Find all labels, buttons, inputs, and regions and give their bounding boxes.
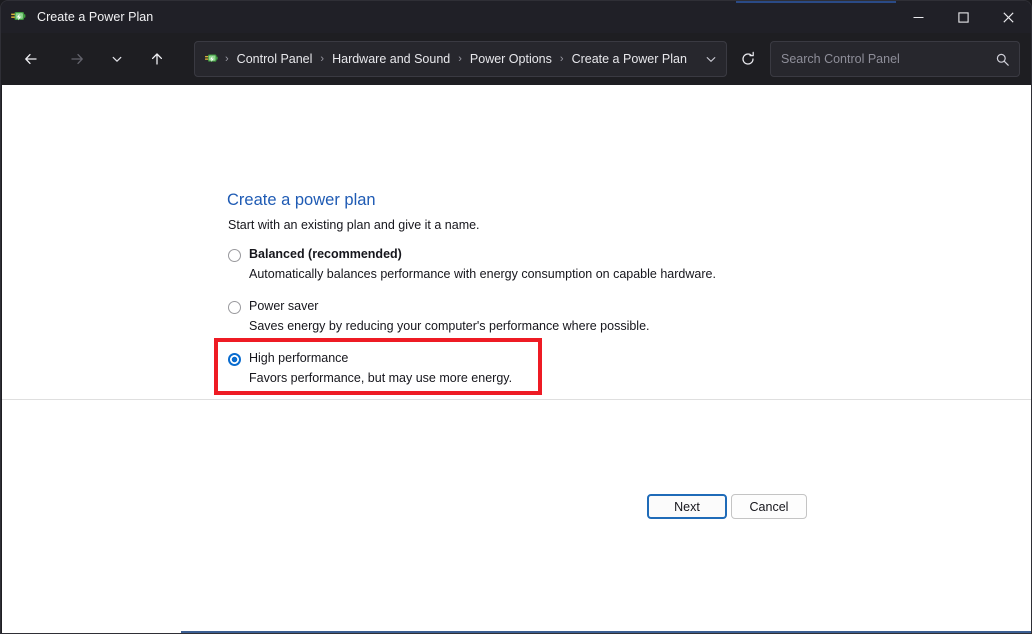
radio-button-balanced[interactable] <box>228 249 241 262</box>
window-bottom-accent <box>181 631 1032 633</box>
minimize-icon[interactable] <box>896 1 941 33</box>
radio-option-power-saver-row[interactable]: Power saver <box>228 298 868 315</box>
radio-option-high-performance-description: Favors performance, but may use more ene… <box>249 370 868 387</box>
radio-option-high-performance[interactable]: High performance Favors performance, but… <box>228 350 868 387</box>
titlebar-accent-line <box>736 1 896 3</box>
forward-arrow-icon <box>60 42 94 76</box>
breadcrumb-item-control-panel[interactable]: Control Panel <box>234 50 316 68</box>
radio-option-balanced[interactable]: Balanced (recommended) Automatically bal… <box>228 246 868 283</box>
power-plan-icon <box>10 8 28 26</box>
up-arrow-icon[interactable] <box>140 42 174 76</box>
breadcrumb-separator: › <box>315 53 329 65</box>
title-bar: Create a Power Plan <box>1 1 1031 33</box>
window-title: Create a Power Plan <box>37 10 153 24</box>
recent-locations-chevron-down-icon[interactable] <box>104 42 130 76</box>
breadcrumb-separator: › <box>220 53 234 65</box>
next-button[interactable]: Next <box>647 494 727 519</box>
page-title: Create a power plan <box>227 191 376 210</box>
search-box[interactable] <box>770 41 1020 77</box>
back-arrow-icon[interactable] <box>14 42 48 76</box>
title-bar-left: Create a Power Plan <box>1 8 896 26</box>
control-panel-window: Create a Power Plan <box>0 0 1032 634</box>
radio-option-power-saver[interactable]: Power saver Saves energy by reducing you… <box>228 298 868 335</box>
close-icon[interactable] <box>986 1 1031 33</box>
breadcrumb-item-power-options[interactable]: Power Options <box>467 50 555 68</box>
search-icon[interactable] <box>989 52 1015 67</box>
breadcrumb: › Control Panel › Hardware and Sound › P… <box>220 50 698 68</box>
search-input[interactable] <box>771 51 989 67</box>
breadcrumb-separator: › <box>453 53 467 65</box>
radio-option-power-saver-label: Power saver <box>249 298 318 315</box>
refresh-icon[interactable] <box>731 42 765 76</box>
page-subtitle: Start with an existing plan and give it … <box>228 218 480 232</box>
window-controls <box>896 1 1031 33</box>
create-power-plan-page: Create a power plan Start with an existi… <box>2 85 1031 399</box>
radio-option-power-saver-description: Saves energy by reducing your computer's… <box>249 318 868 335</box>
maximize-icon[interactable] <box>941 1 986 33</box>
radio-option-balanced-row[interactable]: Balanced (recommended) <box>228 246 868 263</box>
address-bar-container: › Control Panel › Hardware and Sound › P… <box>1 33 1031 85</box>
radio-button-power-saver[interactable] <box>228 301 241 314</box>
breadcrumb-item-hardware-and-sound[interactable]: Hardware and Sound <box>329 50 453 68</box>
cancel-button[interactable]: Cancel <box>731 494 807 519</box>
radio-option-high-performance-label: High performance <box>249 350 348 367</box>
radio-option-high-performance-row[interactable]: High performance <box>228 350 868 367</box>
breadcrumb-item-create-a-power-plan[interactable]: Create a Power Plan <box>569 50 690 68</box>
radio-option-balanced-label: Balanced (recommended) <box>249 246 402 263</box>
address-power-plan-icon <box>204 51 220 67</box>
content-area: Create a power plan Start with an existi… <box>2 85 1031 633</box>
radio-option-balanced-description: Automatically balances performance with … <box>249 266 868 283</box>
breadcrumb-address-bar[interactable]: › Control Panel › Hardware and Sound › P… <box>194 41 727 77</box>
footer-bar: Next Cancel <box>2 400 1031 633</box>
breadcrumb-chevron-down-icon[interactable] <box>698 43 724 75</box>
breadcrumb-separator: › <box>555 53 569 65</box>
radio-button-high-performance[interactable] <box>228 353 241 366</box>
